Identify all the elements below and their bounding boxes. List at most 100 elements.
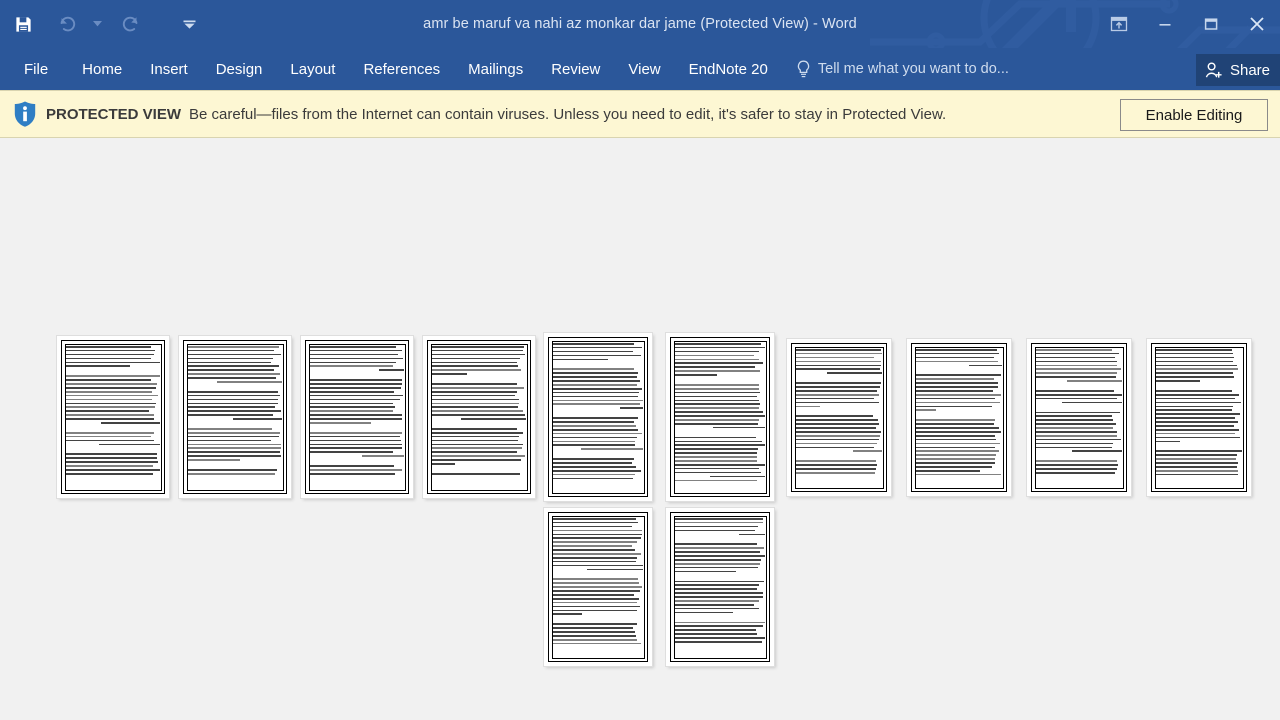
document-page-thumbnail[interactable] xyxy=(1027,339,1131,496)
text-line xyxy=(553,605,640,608)
text-line xyxy=(675,467,759,470)
text-line xyxy=(432,463,455,465)
enable-editing-button[interactable]: Enable Editing xyxy=(1120,99,1268,131)
text-line xyxy=(188,373,280,375)
text-line xyxy=(66,465,153,467)
text-line xyxy=(675,584,759,587)
text-line xyxy=(675,403,761,406)
text-line xyxy=(432,459,521,461)
text-line xyxy=(675,641,763,643)
document-page-thumbnail[interactable] xyxy=(787,339,891,496)
text-line xyxy=(553,458,634,460)
text-line xyxy=(310,422,372,424)
text-line xyxy=(1156,368,1239,371)
text-line xyxy=(675,600,760,602)
text-line xyxy=(796,446,875,449)
text-line xyxy=(188,428,272,430)
text-line xyxy=(188,390,278,393)
text-line xyxy=(916,393,1002,396)
text-line xyxy=(675,444,765,447)
tab-view[interactable]: View xyxy=(614,48,674,90)
text-line xyxy=(66,472,153,475)
text-line xyxy=(916,446,996,449)
text-line xyxy=(675,415,765,417)
text-line xyxy=(461,418,526,420)
undo-button[interactable] xyxy=(52,9,82,39)
page-text-block xyxy=(675,518,765,657)
text-line xyxy=(675,525,758,528)
text-line xyxy=(675,570,736,573)
text-line xyxy=(916,401,1000,404)
share-button[interactable]: Share xyxy=(1195,54,1280,86)
customize-qat-button[interactable] xyxy=(178,9,200,39)
text-line xyxy=(232,418,282,420)
text-line xyxy=(553,549,636,551)
tab-endnote-20[interactable]: EndNote 20 xyxy=(675,48,782,90)
tab-file[interactable]: File xyxy=(0,48,68,90)
text-line xyxy=(675,422,759,425)
ribbon-display-options-button[interactable] xyxy=(1096,2,1142,46)
document-page-thumbnail[interactable] xyxy=(57,336,169,498)
text-line xyxy=(1156,397,1236,400)
tell-me-search[interactable]: Tell me what you want to do... xyxy=(796,60,1009,79)
close-button[interactable] xyxy=(1234,2,1280,46)
text-line xyxy=(310,357,403,360)
page-text-block xyxy=(1036,349,1122,487)
document-page-thumbnail[interactable] xyxy=(1147,339,1251,496)
text-line xyxy=(1156,454,1237,456)
text-line xyxy=(796,427,876,429)
text-line xyxy=(1036,360,1118,363)
tab-review[interactable]: Review xyxy=(537,48,614,90)
document-page-thumbnail[interactable] xyxy=(544,333,652,501)
tab-design[interactable]: Design xyxy=(202,48,277,90)
text-line xyxy=(310,353,399,356)
text-line xyxy=(796,415,874,418)
document-page-thumbnail[interactable] xyxy=(544,508,652,666)
text-line xyxy=(675,436,756,439)
text-line xyxy=(553,613,583,616)
minimize-button[interactable] xyxy=(1142,2,1188,46)
text-line xyxy=(432,472,521,475)
tab-references[interactable]: References xyxy=(349,48,454,90)
text-line xyxy=(188,369,275,371)
restore-button[interactable] xyxy=(1188,2,1234,46)
page-row xyxy=(787,339,1251,496)
text-line xyxy=(310,472,396,475)
text-line xyxy=(1036,356,1115,359)
tab-home[interactable]: Home xyxy=(68,48,136,90)
document-page-thumbnail[interactable] xyxy=(907,339,1011,496)
document-page-thumbnail[interactable] xyxy=(666,508,774,666)
text-line xyxy=(1036,352,1119,355)
text-line xyxy=(1156,390,1233,392)
text-line xyxy=(310,402,394,405)
text-line xyxy=(916,356,995,359)
document-page-thumbnail[interactable] xyxy=(423,336,535,498)
document-page-thumbnail[interactable] xyxy=(179,336,291,498)
text-line xyxy=(826,372,882,374)
undo-dropdown-arrow[interactable] xyxy=(86,9,108,39)
document-canvas[interactable] xyxy=(0,139,1280,720)
tab-layout[interactable]: Layout xyxy=(276,48,349,90)
text-line xyxy=(66,453,157,456)
tab-mailings[interactable]: Mailings xyxy=(454,48,537,90)
save-button[interactable] xyxy=(8,9,38,39)
text-line xyxy=(1156,409,1233,412)
document-page-thumbnail[interactable] xyxy=(666,333,774,501)
text-line xyxy=(675,607,760,610)
text-line xyxy=(553,537,642,540)
text-line xyxy=(796,401,880,404)
redo-button[interactable] xyxy=(116,9,146,39)
text-line xyxy=(675,346,765,349)
text-line xyxy=(310,418,403,420)
text-line xyxy=(553,440,635,443)
text-line xyxy=(796,431,881,433)
text-line xyxy=(796,423,880,425)
document-page-thumbnail[interactable] xyxy=(301,336,413,498)
chevron-down-icon xyxy=(92,21,102,27)
text-line xyxy=(188,349,275,352)
tab-insert[interactable]: Insert xyxy=(136,48,202,90)
text-line xyxy=(796,460,877,462)
text-line xyxy=(188,431,280,434)
text-line xyxy=(675,611,733,614)
text-line xyxy=(675,350,760,353)
